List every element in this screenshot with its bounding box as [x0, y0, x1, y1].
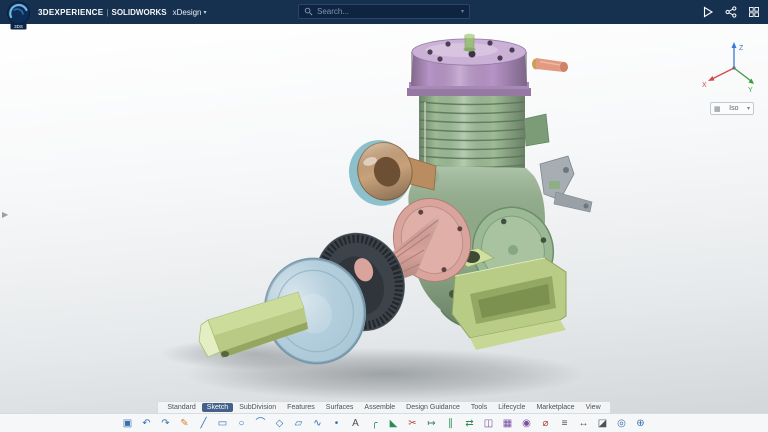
action-bar: StandardSketchSubDivisionFeaturesSurface…: [0, 401, 768, 413]
chamfer-icon[interactable]: ◣: [386, 416, 402, 431]
polygon-icon[interactable]: ◇: [272, 416, 288, 431]
linear-pattern-icon[interactable]: ▦: [500, 416, 516, 431]
throttle-linkage-part[interactable]: [540, 156, 592, 212]
brand: 3DEXPERIENCE | SOLIDWORKS: [38, 8, 167, 17]
brand-solidworks: SOLIDWORKS: [111, 8, 166, 17]
viewport[interactable]: Z X Y ▦ Iso ▾ ▶: [0, 24, 768, 432]
tab-view[interactable]: View: [581, 403, 606, 412]
brand-3dexperience: 3DEXPERIENCE: [38, 8, 103, 17]
view-selector-label: Iso: [729, 105, 738, 112]
circular-pattern-icon[interactable]: ◉: [519, 416, 535, 431]
orientation-triad[interactable]: Z X Y: [698, 38, 756, 96]
redo-icon[interactable]: ↷: [158, 416, 174, 431]
save-icon[interactable]: ▣: [120, 416, 136, 431]
tab-subdivision[interactable]: SubDivision: [234, 403, 281, 412]
view-icon[interactable]: ◎: [614, 416, 630, 431]
tab-sketch[interactable]: Sketch: [202, 403, 233, 412]
circle-icon[interactable]: ○: [234, 416, 250, 431]
zoom-fit-icon[interactable]: ⊕: [633, 416, 649, 431]
top-bar: 3DEXPERIENCE | SOLIDWORKS xDesign ▾ ▾: [0, 0, 768, 24]
tab-design-guidance[interactable]: Design Guidance: [401, 403, 465, 412]
spline-icon[interactable]: ∿: [310, 416, 326, 431]
app-switcher[interactable]: xDesign ▾: [173, 8, 207, 17]
header-actions: [702, 0, 760, 24]
rectangle-icon[interactable]: ▭: [215, 416, 231, 431]
dimension-icon[interactable]: ⌀: [538, 416, 554, 431]
fillet-icon[interactable]: ╭: [367, 416, 383, 431]
text-icon[interactable]: A: [348, 416, 364, 431]
engine-model[interactable]: [0, 24, 768, 432]
needle-knob[interactable]: [464, 34, 476, 52]
ribbon-tabs: StandardSketchSubDivisionFeaturesSurface…: [157, 401, 610, 413]
extend-icon[interactable]: ↦: [424, 416, 440, 431]
x-axis-arrow-icon: [708, 76, 715, 81]
fuel-nipple-part[interactable]: [532, 58, 568, 72]
search-chevron-down-icon[interactable]: ▾: [461, 8, 464, 15]
tab-surfaces[interactable]: Surfaces: [321, 403, 359, 412]
tab-lifecycle[interactable]: Lifecycle: [493, 403, 530, 412]
search-input[interactable]: [317, 7, 457, 16]
convert-icon[interactable]: ⇄: [462, 416, 478, 431]
cylinder-part[interactable]: [419, 96, 549, 172]
line-icon[interactable]: ╱: [196, 416, 212, 431]
center-screw: [469, 51, 476, 58]
search-bar[interactable]: ▾: [298, 4, 470, 19]
cylinder-head-part[interactable]: [407, 34, 531, 96]
z-axis-label: Z: [739, 45, 744, 52]
view-cube-icon: ▦: [714, 105, 721, 113]
tab-standard[interactable]: Standard: [162, 403, 200, 412]
trim-icon[interactable]: ✂: [405, 416, 421, 431]
share-icon[interactable]: [725, 6, 737, 18]
view-selector[interactable]: ▦ Iso ▾: [710, 102, 754, 115]
arc-icon[interactable]: ⌒: [253, 416, 269, 431]
z-axis-arrow-icon: [732, 42, 737, 48]
app-name: xDesign: [173, 8, 202, 17]
play-icon[interactable]: [702, 6, 714, 18]
undo-icon[interactable]: ↶: [139, 416, 155, 431]
view-selector-chevron-icon: ▾: [747, 105, 750, 112]
tab-marketplace[interactable]: Marketplace: [531, 403, 579, 412]
search-icon: [304, 7, 313, 16]
apps-grid-icon[interactable]: [748, 6, 760, 18]
constraint-icon[interactable]: ≡: [557, 416, 573, 431]
measure-icon[interactable]: ↔: [576, 416, 592, 431]
3ds-compass-logo[interactable]: 3DS: [5, 1, 32, 30]
offset-icon[interactable]: ∥: [443, 416, 459, 431]
x-axis-label: X: [702, 82, 707, 89]
app-window: 3DEXPERIENCE | SOLIDWORKS xDesign ▾ ▾: [0, 0, 768, 432]
mirror-icon[interactable]: ◫: [481, 416, 497, 431]
sketch-icon[interactable]: ✎: [177, 416, 193, 431]
tab-features[interactable]: Features: [282, 403, 320, 412]
y-axis-label: Y: [748, 87, 753, 94]
toolbar: ▣↶↷✎╱▭○⌒◇▱∿•A╭◣✂↦∥⇄◫▦◉⌀≡↔◪◎⊕: [0, 413, 768, 432]
point-icon[interactable]: •: [329, 416, 345, 431]
brand-separator: |: [106, 8, 108, 17]
section-icon[interactable]: ◪: [595, 416, 611, 431]
logo-tag-text: 3DS: [14, 24, 23, 29]
tab-tools[interactable]: Tools: [466, 403, 492, 412]
tab-assemble[interactable]: Assemble: [359, 403, 400, 412]
slot-icon[interactable]: ▱: [291, 416, 307, 431]
panel-expand-arrow[interactable]: ▶: [2, 210, 8, 219]
chevron-down-icon: ▾: [204, 9, 207, 16]
